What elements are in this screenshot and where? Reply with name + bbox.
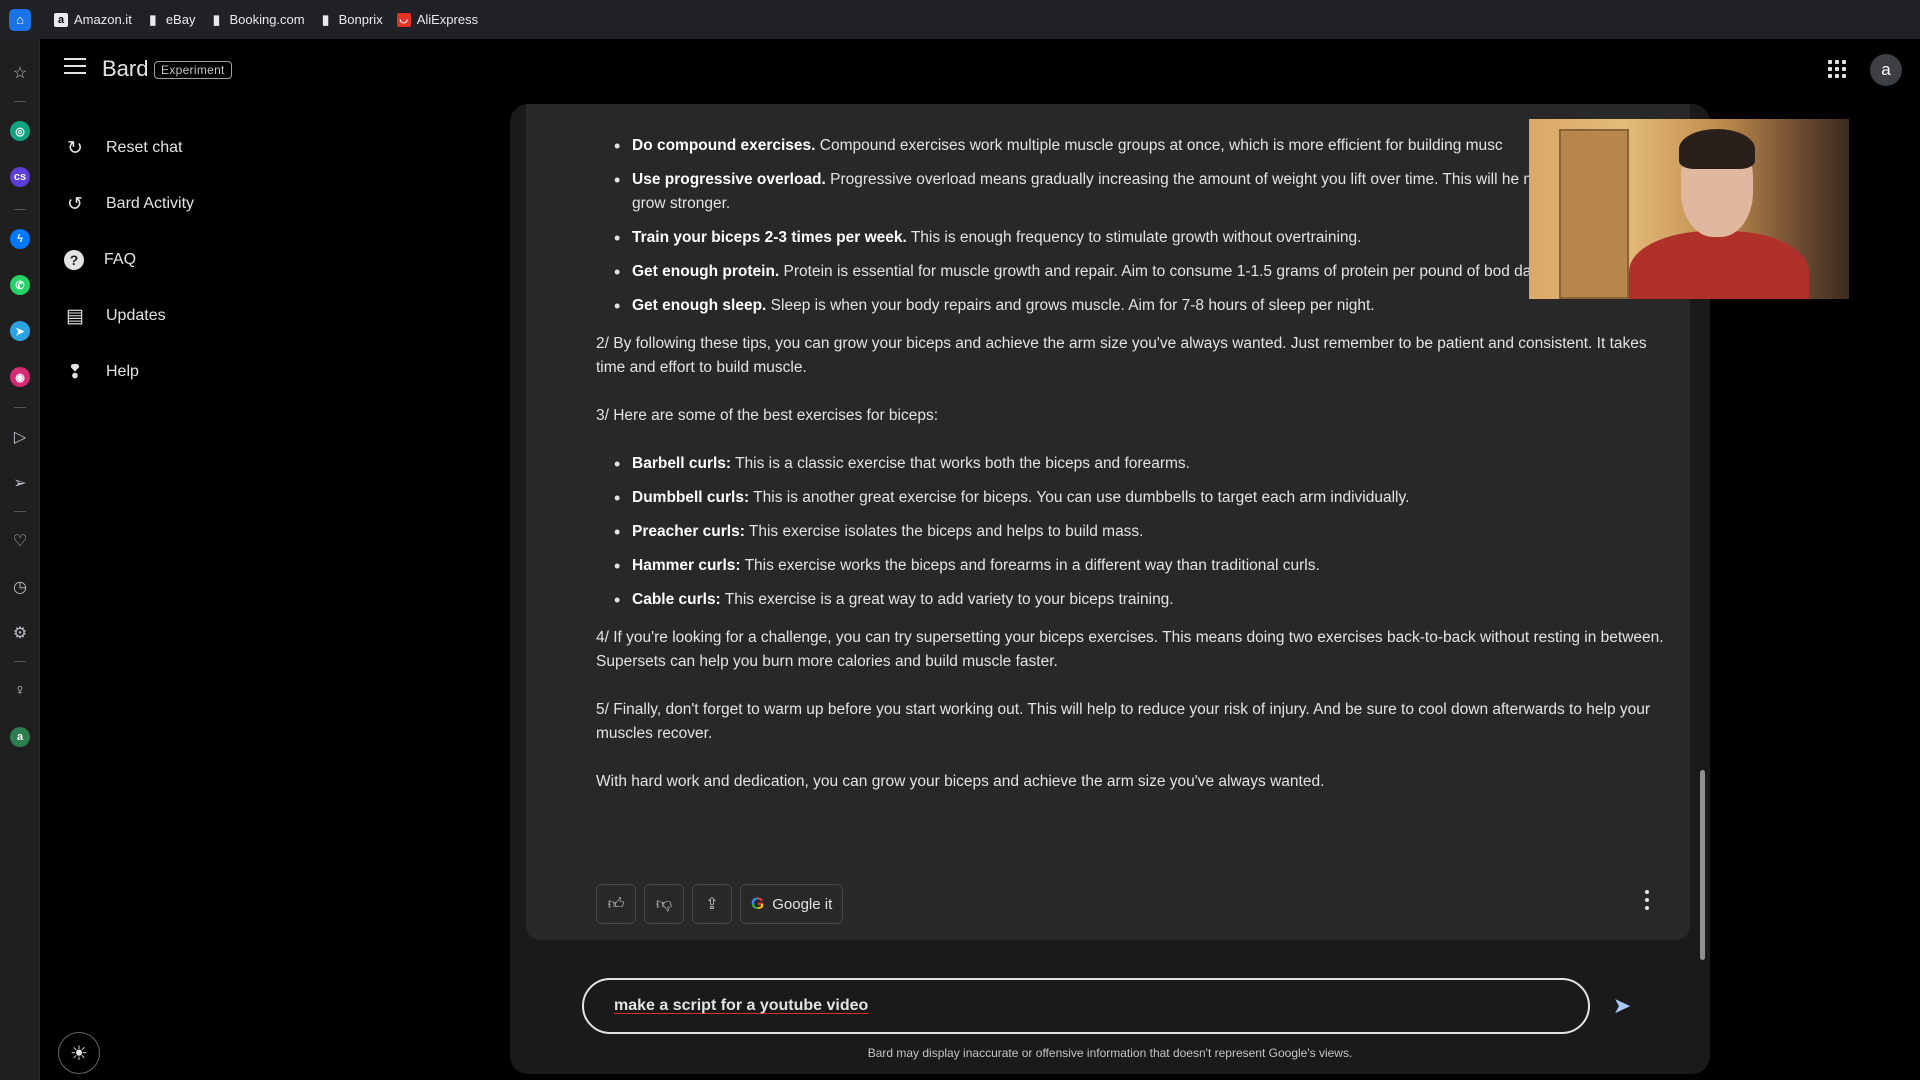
bard-nav: ↻ Reset chat ↺ Bard Activity ? FAQ ▤ Upd… — [60, 120, 460, 400]
messenger-icon[interactable]: ϟ — [10, 229, 30, 249]
nav-bard-activity[interactable]: ↺ Bard Activity — [60, 176, 460, 232]
bookmark-amazon[interactable]: a Amazon.it — [54, 12, 132, 27]
more-options-icon[interactable] — [1644, 890, 1650, 910]
send-icon[interactable]: ➢ — [8, 471, 32, 495]
reset-icon: ↻ — [67, 137, 83, 159]
whatsapp-icon[interactable]: ✆ — [10, 275, 30, 295]
menu-button[interactable] — [64, 58, 86, 74]
heart-icon[interactable]: ♡ — [8, 529, 32, 553]
google-it-button[interactable]: G Google it — [740, 884, 844, 924]
list-item: Train your biceps 2-3 times per week. Th… — [596, 226, 1676, 250]
paragraph: 2/ By following these tips, you can grow… — [596, 335, 1647, 376]
list-item: Dumbbell curls: This is another great ex… — [596, 486, 1676, 510]
divider — [14, 661, 26, 662]
response-actions: 👍︎ 👎︎ ⇪ G Google it — [596, 884, 844, 924]
bookmark-ebay[interactable]: ▮ eBay — [146, 11, 195, 28]
thumbs-down-icon: 👎︎ — [655, 895, 673, 913]
list-item: Preacher curls: This exercise isolates t… — [596, 520, 1676, 544]
list-item: Get enough protein. Protein is essential… — [596, 260, 1676, 284]
divider — [14, 101, 26, 102]
divider — [14, 209, 26, 210]
exercises-list: Barbell curls: This is a classic exercis… — [596, 452, 1676, 612]
theme-toggle-button[interactable]: ☀ — [58, 1032, 100, 1074]
history-icon: ↺ — [67, 193, 83, 215]
bookmarks-bar: ⌂ a Amazon.it ▮ eBay ▮ Booking.com ▮ Bon… — [0, 0, 1920, 39]
divider — [14, 407, 26, 408]
clock-icon[interactable]: ◷ — [8, 575, 32, 599]
paragraph: 5/ Finally, don't forget to warm up befo… — [596, 701, 1651, 742]
upload-icon: ⇪ — [705, 896, 719, 913]
thumbs-down-button[interactable]: 👎︎ — [644, 884, 684, 924]
response-card: Do compound exercises. Compound exercise… — [526, 104, 1690, 940]
settings-icon[interactable]: ⚙ — [8, 621, 32, 645]
webcam-overlay — [1529, 119, 1849, 299]
list-item: Cable curls: This exercise is a great wa… — [596, 588, 1676, 612]
bookmark-aliexpress[interactable]: ◡ AliExpress — [396, 12, 478, 27]
list-item: Hammer curls: This exercise works the bi… — [596, 554, 1676, 578]
thumbs-up-button[interactable]: 👍︎ — [596, 884, 636, 924]
home-icon: ⌂ — [9, 8, 31, 31]
scrollbar-thumb[interactable] — [1700, 770, 1705, 960]
app-title: Bard — [102, 56, 149, 81]
page-icon: ▮ — [149, 11, 157, 27]
profile-a-icon[interactable]: a — [10, 727, 30, 747]
star-icon[interactable]: ☆ — [8, 61, 32, 85]
nav-reset-chat[interactable]: ↻ Reset chat — [60, 120, 460, 176]
send-icon: ➤ — [1612, 993, 1632, 1018]
menu-icon — [64, 58, 86, 60]
sun-icon: ☀ — [70, 1042, 88, 1065]
list-item: Get enough sleep. Sleep is when your bod… — [596, 294, 1676, 318]
telegram-icon[interactable]: ➤ — [10, 321, 30, 341]
prompt-input[interactable] — [614, 997, 1514, 1015]
paragraph: With hard work and dedication, you can g… — [596, 773, 1325, 790]
list-item: Barbell curls: This is a classic exercis… — [596, 452, 1676, 476]
feedback-icon: ❢ — [67, 361, 83, 383]
amazon-icon: a — [54, 12, 68, 27]
page-icon: ▮ — [212, 11, 221, 27]
google-icon: G — [751, 894, 765, 913]
browser-home-button[interactable]: ⌂ — [0, 0, 40, 39]
prompt-box[interactable] — [582, 978, 1590, 1034]
disclaimer-text: Bard may display inaccurate or offensive… — [867, 1046, 1353, 1060]
account-avatar[interactable]: a — [1870, 54, 1902, 86]
bookmark-booking[interactable]: ▮ Booking.com — [209, 11, 305, 28]
tips-list: Do compound exercises. Compound exercise… — [596, 134, 1676, 318]
help-circle-icon: ? — [64, 250, 84, 270]
play-icon[interactable]: ▷ — [8, 425, 32, 449]
nav-updates[interactable]: ▤ Updates — [60, 288, 460, 344]
lightbulb-icon[interactable]: ♀ — [8, 679, 32, 703]
paragraph: 4/ If you're looking for a challenge, yo… — [596, 629, 1664, 670]
send-button[interactable]: ➤ — [1608, 992, 1636, 1020]
experiment-badge: Experiment — [154, 61, 232, 79]
google-apps-icon[interactable] — [1828, 60, 1846, 78]
thumbs-up-icon: 👍︎ — [607, 895, 625, 913]
calendar-icon: ▤ — [66, 305, 84, 327]
list-item: Use progressive overload. Progressive ov… — [596, 168, 1676, 216]
instagram-icon[interactable]: ◉ — [10, 367, 30, 387]
aliexpress-icon: ◡ — [396, 12, 411, 27]
cs-app-icon[interactable]: cs — [10, 167, 30, 187]
share-button[interactable]: ⇪ — [692, 884, 732, 924]
list-item: Do compound exercises. Compound exercise… — [596, 134, 1676, 158]
nav-help[interactable]: ❢ Help — [60, 344, 460, 400]
page-icon: ▮ — [322, 11, 330, 27]
response-content: Do compound exercises. Compound exercise… — [596, 134, 1676, 818]
chatgpt-icon[interactable]: ◎ — [10, 121, 30, 141]
paragraph: 3/ Here are some of the best exercises f… — [596, 407, 939, 424]
bookmark-bonprix[interactable]: ▮ Bonprix — [319, 11, 383, 28]
nav-faq[interactable]: ? FAQ — [60, 232, 460, 288]
browser-sidebar: ☆ ◎ cs ϟ ✆ ➤ ◉ ▷ ➢ ♡ ◷ ⚙ ♀ a — [0, 39, 40, 1080]
divider — [14, 511, 26, 512]
